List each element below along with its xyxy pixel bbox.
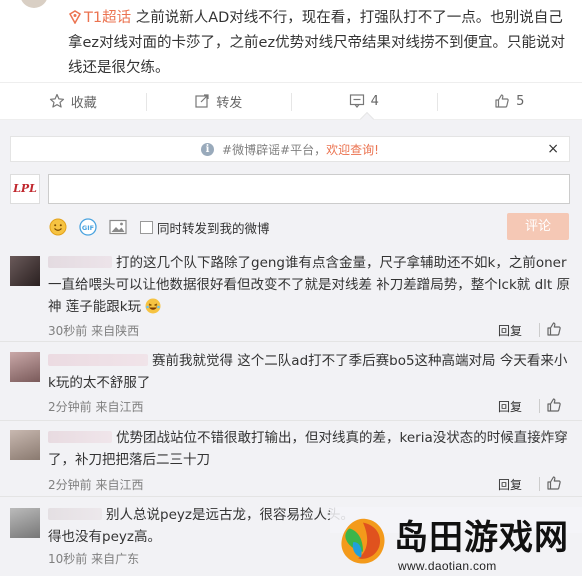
comment-content: 赛前我就觉得 这个二队ad打不了季后赛bo5这种高端对局 今天看来小k玩的太不舒… — [48, 350, 572, 394]
commenter-avatar[interactable] — [10, 508, 40, 538]
divider — [539, 477, 540, 491]
divider — [539, 323, 540, 337]
also-repost-checkbox[interactable]: 同时转发到我的微博 — [140, 218, 270, 237]
laughing-emoji-icon — [145, 298, 161, 314]
comment-meta: 2分钟前 来自江西 — [48, 398, 143, 415]
svg-text:GIF: GIF — [82, 224, 94, 232]
comment-meta: 10秒前 来自广东 — [48, 550, 139, 567]
comment-content: 优势团战站位不错很敢打输出，但对线真的差，keria没状态的时候直接炸穿了，补刀… — [48, 427, 572, 471]
repost-label: 转发 — [216, 95, 243, 111]
emoji-picker-icon[interactable] — [48, 217, 68, 237]
close-icon[interactable]: × — [547, 141, 559, 157]
comment-time: 2分钟前 — [48, 400, 92, 414]
notice-text: #微博辟谣#平台， — [222, 142, 327, 157]
commenter-name[interactable] — [48, 354, 148, 366]
thumbs-up-icon[interactable] — [546, 475, 562, 491]
submit-comment-button[interactable]: 评论 — [507, 213, 569, 240]
avatar-logo-text: LPL — [13, 182, 37, 195]
comment-meta: 2分钟前 来自江西 — [48, 476, 143, 493]
post-text: T1超话 之前说新人AD对线不行，现在看，打强队打不了一点。也别说自己拿ez对线… — [68, 6, 568, 81]
divider — [539, 399, 540, 413]
repost-icon — [195, 94, 209, 108]
commenter-avatar[interactable] — [10, 352, 40, 382]
reply-button[interactable]: 回复 — [498, 398, 522, 415]
reply-button[interactable]: 回复 — [498, 476, 522, 493]
comment-item: 优势团战站位不错很敢打输出，但对线真的差，keria没状态的时候直接炸穿了，补刀… — [0, 420, 582, 497]
watermark-title: 岛田游戏网 — [394, 518, 569, 558]
like-button[interactable]: 5 — [436, 83, 582, 119]
thumbs-up-icon[interactable] — [546, 397, 562, 413]
info-icon: i — [201, 142, 215, 156]
comment-time: 2分钟前 — [48, 478, 92, 492]
comment-time: 30秒前 — [48, 324, 88, 338]
also-repost-label: 同时转发到我的微博 — [157, 220, 270, 236]
composer-toolbar: GIF 同时转发到我的微博 — [48, 214, 270, 240]
site-logo-icon — [341, 518, 385, 564]
supertopic-link[interactable]: T1超话 — [68, 10, 131, 26]
favorite-button[interactable]: 收藏 — [0, 83, 146, 119]
image-upload-icon[interactable] — [108, 217, 128, 237]
thumbs-up-icon — [495, 94, 509, 108]
post-action-bar: 收藏 转发 4 5 — [0, 82, 582, 120]
star-icon — [49, 93, 64, 108]
commenter-avatar[interactable] — [10, 430, 40, 460]
commenter-name[interactable] — [48, 256, 112, 268]
comment-text: 别人总说peyz是远古龙，很容易捡人头。 — [106, 507, 354, 523]
reply-button[interactable]: 回复 — [498, 322, 522, 339]
site-watermark: 岛田游戏网 www.daotian.com — [330, 503, 582, 576]
comment-content: 打的这几个队下路除了geng谁有点含金量，尺子拿辅助还不如k，之前oner一直给… — [48, 252, 572, 318]
commenter-name[interactable] — [48, 431, 112, 443]
comment-item: 打的这几个队下路除了geng谁有点含金量，尺子拿辅助还不如k，之前oner一直给… — [0, 248, 582, 342]
like-count: 5 — [516, 93, 525, 109]
comment-location: 来自江西 — [95, 400, 144, 414]
supertopic-label: T1超话 — [84, 10, 132, 26]
gif-icon[interactable]: GIF — [78, 217, 98, 237]
comment-time: 10秒前 — [48, 552, 88, 566]
comment-location: 来自江西 — [95, 478, 144, 492]
weibo-post: T1超话 之前说新人AD对线不行，现在看，打强队打不了一点。也别说自己拿ez对线… — [0, 0, 582, 82]
comment-text-line2: 得也没有peyz高。 — [48, 529, 161, 545]
favorite-label: 收藏 — [70, 95, 97, 111]
comment-icon — [349, 94, 364, 108]
comment-location: 来自广东 — [91, 552, 140, 566]
rumor-notice-bar: i #微博辟谣#平台， 欢迎查询! × — [10, 136, 570, 162]
supertopic-icon — [68, 10, 82, 24]
repost-button[interactable]: 转发 — [145, 83, 292, 119]
comment-meta: 30秒前 来自陕西 — [48, 322, 139, 339]
notice-link[interactable]: 欢迎查询! — [326, 141, 379, 158]
watermark-url: www.daotian.com — [398, 559, 497, 573]
checkbox-box[interactable] — [140, 220, 153, 234]
post-body: 之前说新人AD对线不行，现在看，打强队打不了一点。也别说自己拿ez对线对面的卡莎… — [68, 10, 566, 76]
comment-count: 4 — [370, 93, 379, 109]
comment-item: 赛前我就觉得 这个二队ad打不了季后赛bo5这种高端对局 今天看来小k玩的太不舒… — [0, 342, 582, 421]
commenter-name[interactable] — [48, 508, 102, 520]
author-avatar[interactable] — [20, 0, 48, 8]
current-user-avatar[interactable]: LPL — [10, 174, 40, 204]
thumbs-up-icon[interactable] — [546, 321, 562, 337]
comment-divider — [0, 496, 582, 497]
comment-text: 优势团战站位不错很敢打输出，但对线真的差，keria没状态的时候直接炸穿了，补刀… — [48, 430, 568, 468]
comment-input[interactable] — [48, 174, 570, 204]
commenter-avatar[interactable] — [10, 256, 40, 286]
comment-text: 打的这几个队下路除了geng谁有点含金量，尺子拿辅助还不如k，之前oner一直给… — [48, 255, 570, 315]
comment-location: 来自陕西 — [91, 324, 140, 338]
